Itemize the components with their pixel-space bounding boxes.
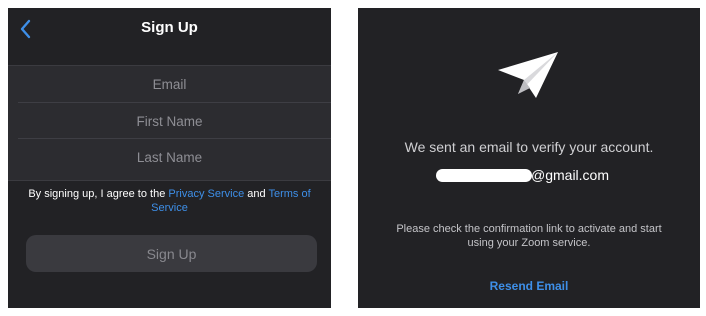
canvas: Sign Up By signing up, I agree to the Pr… [0,0,706,316]
verify-message: We sent an email to verify your account. [404,139,654,155]
signup-screen: Sign Up By signing up, I agree to the Pr… [8,8,331,308]
instructions-line-2: using your Zoom service. [467,237,591,249]
first-name-input[interactable] [13,103,326,139]
redacted-email-username [436,169,532,182]
instructions-line-1: Please check the confirmation link to ac… [396,223,662,235]
terms-text: By signing up, I agree to the Privacy Se… [18,187,321,215]
email-field-row [13,66,331,102]
paper-plane-icon [498,52,558,98]
verify-email-screen: We sent an email to verify your account.… [358,8,700,308]
sign-up-button[interactable]: Sign Up [26,235,317,272]
last-name-field-row [13,138,331,175]
terms-conjunction: and [244,188,269,200]
signup-form [8,65,331,181]
resend-email-link[interactable]: Resend Email [358,279,700,293]
privacy-service-link[interactable]: Privacy Service [168,188,244,200]
sent-email-address: @gmail.com [358,166,700,186]
email-domain: @gmail.com [531,167,610,183]
first-name-field-row [13,102,331,139]
confirmation-instructions: Please check the confirmation link to ac… [358,222,700,250]
email-input[interactable] [13,66,326,102]
terms-prefix: By signing up, I agree to the [28,188,169,200]
page-title: Sign Up [141,19,198,36]
last-name-input[interactable] [13,139,326,175]
